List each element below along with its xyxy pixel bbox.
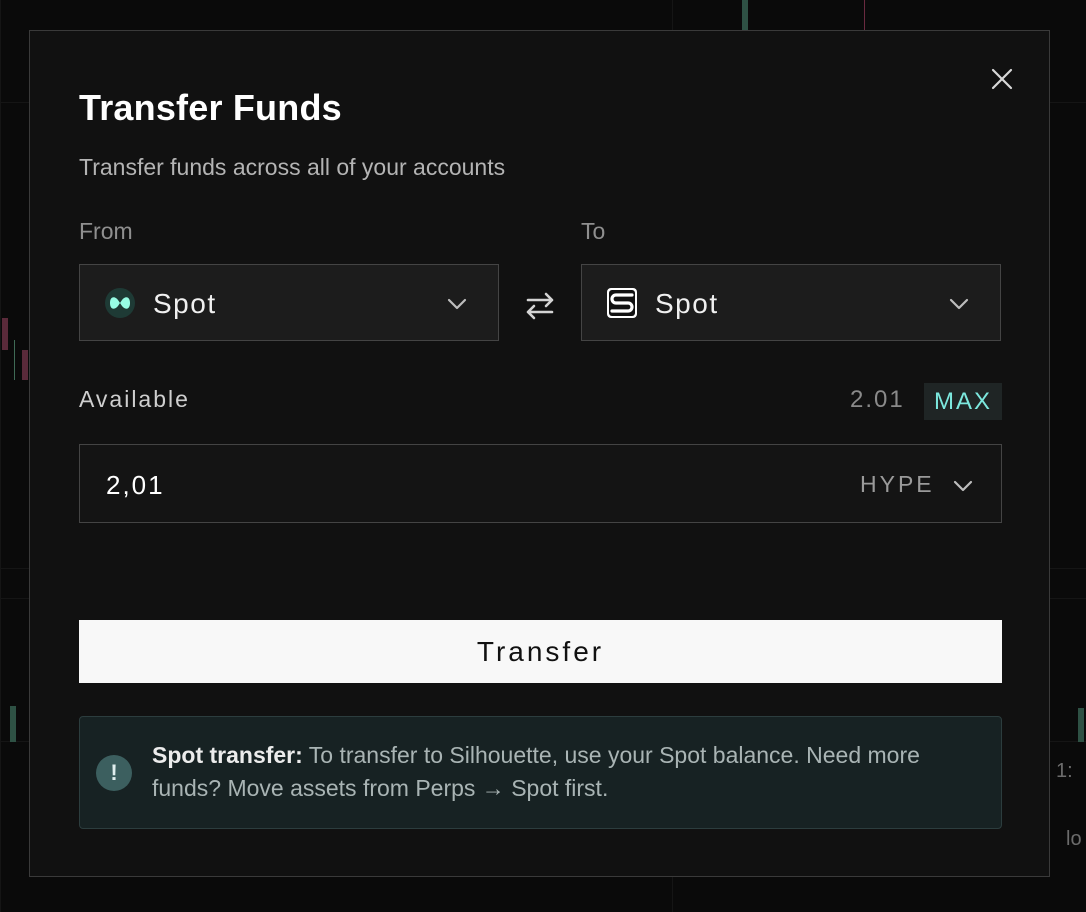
notice-text: Spot transfer: To transfer to Silhouette… — [152, 739, 992, 805]
grid-line — [0, 0, 1, 912]
amount-input[interactable] — [104, 467, 708, 503]
from-account-select[interactable]: Spot — [79, 264, 499, 341]
close-icon — [991, 68, 1013, 90]
candle — [14, 340, 15, 380]
swap-accounts-button[interactable] — [522, 288, 558, 324]
chevron-down-icon — [949, 298, 969, 310]
to-account-label: Spot — [655, 288, 719, 319]
chevron-down-icon — [953, 480, 973, 492]
notice-title: Spot transfer: — [152, 742, 303, 768]
candle — [22, 350, 28, 380]
axis-label: 1: — [1056, 760, 1073, 782]
to-label: To — [581, 218, 606, 244]
candle — [1078, 708, 1084, 742]
modal-title: Transfer Funds — [79, 87, 342, 128]
token-select[interactable]: HYPE — [858, 467, 978, 501]
info-icon: ! — [96, 755, 132, 791]
candle — [2, 318, 8, 350]
axis-label: lo — [1066, 828, 1082, 850]
to-account-select[interactable]: Spot — [581, 264, 1001, 341]
amount-field: HYPE — [79, 444, 1002, 523]
close-button[interactable] — [990, 67, 1014, 91]
hyperliquid-logo-icon — [105, 288, 135, 318]
transfer-funds-modal: Transfer Funds Transfer funds across all… — [29, 30, 1050, 877]
swap-arrows-icon — [526, 292, 554, 320]
candle — [864, 0, 865, 30]
candle — [742, 0, 748, 30]
chevron-down-icon — [447, 298, 467, 310]
token-label: HYPE — [860, 471, 935, 497]
available-balance: 2.01 — [850, 386, 905, 413]
silhouette-logo-icon — [607, 288, 637, 318]
available-label: Available — [79, 386, 190, 412]
modal-subtitle: Transfer funds across all of your accoun… — [79, 154, 506, 180]
max-button[interactable]: MAX — [924, 383, 1002, 420]
spot-transfer-notice: ! Spot transfer: To transfer to Silhouet… — [79, 716, 1002, 829]
from-label: From — [79, 218, 133, 244]
transfer-button[interactable]: Transfer — [79, 620, 1002, 683]
candle — [10, 706, 16, 742]
from-account-label: Spot — [153, 288, 217, 319]
